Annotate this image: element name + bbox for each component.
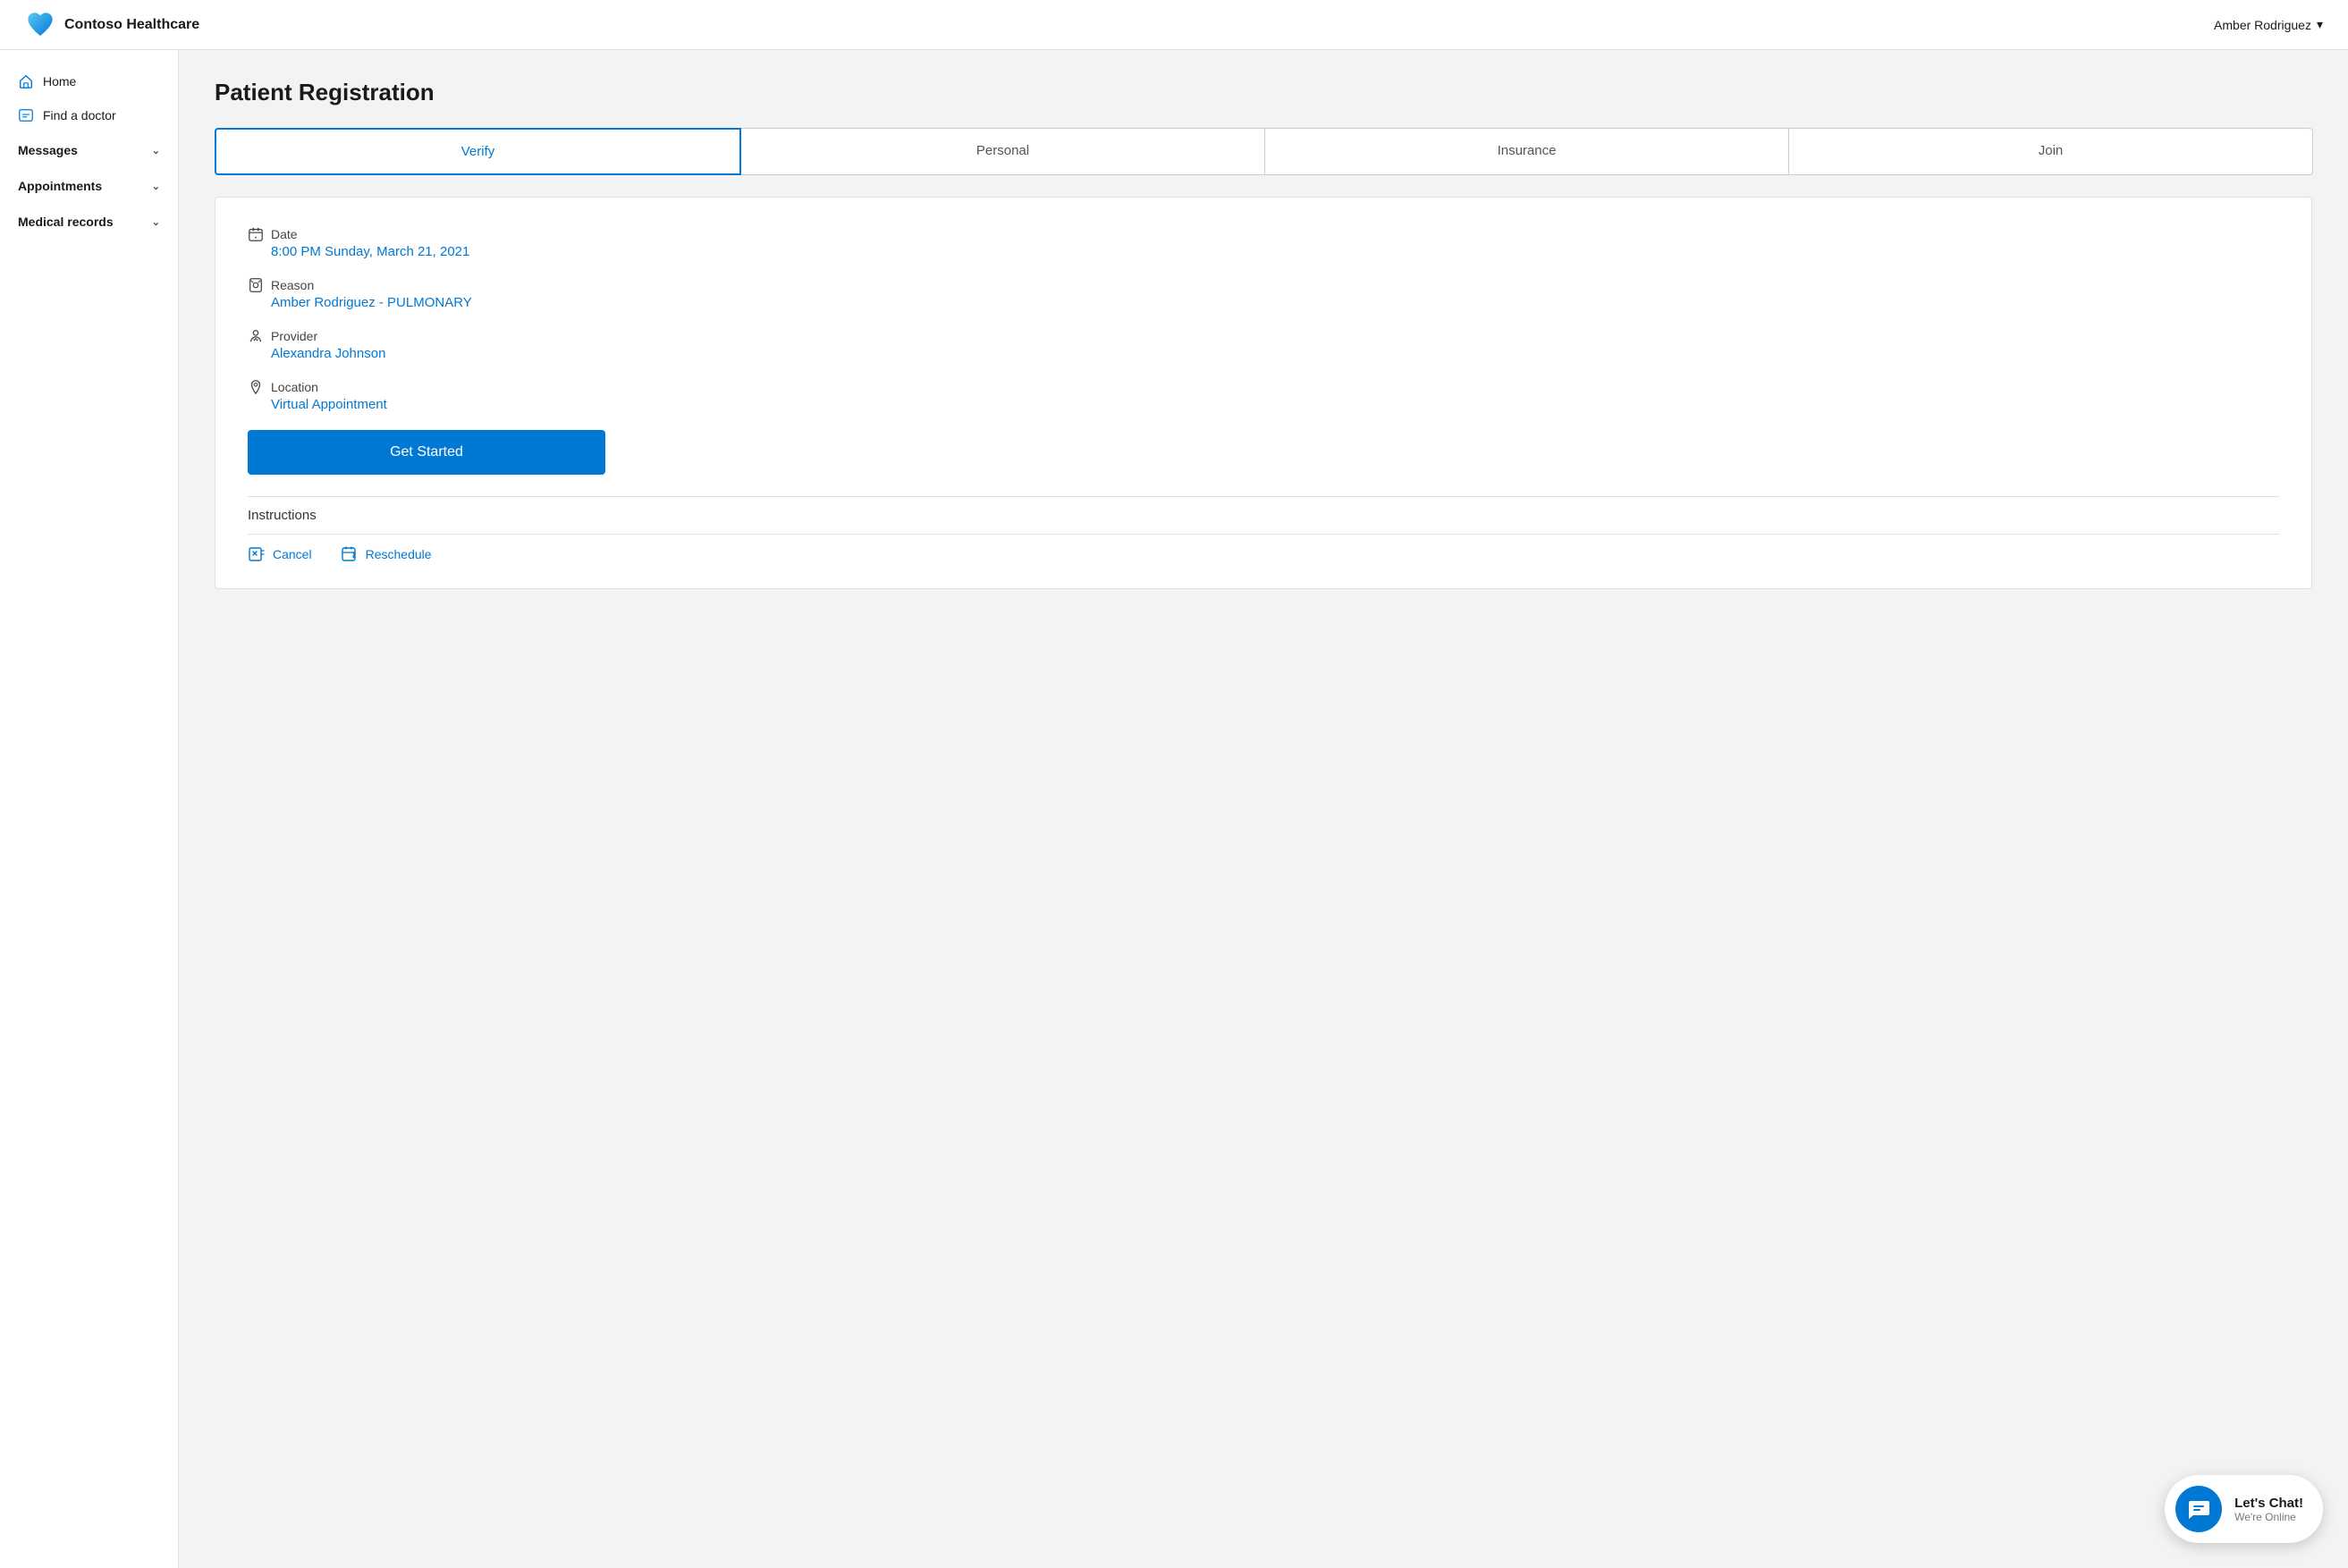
reason-value: Amber Rodriguez - PULMONARY xyxy=(271,295,2279,310)
divider-2 xyxy=(248,534,2279,535)
cancel-icon xyxy=(248,545,266,563)
cancel-label: Cancel xyxy=(273,547,312,561)
appointment-card: Date 8:00 PM Sunday, March 21, 2021 Reas… xyxy=(215,197,2312,589)
chat-icon xyxy=(2186,1496,2211,1522)
main-content: Patient Registration Verify Personal Ins… xyxy=(179,50,2348,1568)
chat-bubble[interactable]: Let's Chat! We're Online xyxy=(2165,1475,2323,1543)
sidebar-item-find-doctor-label: Find a doctor xyxy=(43,108,116,122)
brand-logo-group: Contoso Healthcare xyxy=(25,10,199,40)
user-chevron-icon: ▾ xyxy=(2317,17,2323,32)
tab-join[interactable]: Join xyxy=(1788,128,2313,175)
cancel-button[interactable]: Cancel xyxy=(248,545,312,563)
tab-verify[interactable]: Verify xyxy=(215,128,741,175)
provider-row: Provider Alexandra Johnson xyxy=(248,328,2279,361)
sidebar: Home Find a doctor Messages ⌄ Appointmen… xyxy=(0,50,179,1568)
card-actions: Cancel Reschedule xyxy=(248,545,2279,563)
chat-text: Let's Chat! We're Online xyxy=(2234,1496,2303,1523)
tab-personal[interactable]: Personal xyxy=(740,128,1265,175)
brand-logo-icon xyxy=(25,10,55,40)
user-name: Amber Rodriguez xyxy=(2214,18,2311,32)
app-layout: Home Find a doctor Messages ⌄ Appointmen… xyxy=(0,50,2348,1568)
home-icon xyxy=(18,73,34,89)
sidebar-item-home[interactable]: Home xyxy=(0,64,178,98)
reason-icon xyxy=(248,277,264,293)
sidebar-section-messages[interactable]: Messages ⌄ xyxy=(0,132,178,168)
date-label: Date xyxy=(271,227,298,241)
date-icon xyxy=(248,226,264,242)
date-value: 8:00 PM Sunday, March 21, 2021 xyxy=(271,244,2279,259)
sidebar-section-messages-label: Messages xyxy=(18,143,78,157)
brand-name: Contoso Healthcare xyxy=(64,17,199,33)
find-doctor-icon xyxy=(18,107,34,123)
reschedule-icon xyxy=(341,545,359,563)
location-value: Virtual Appointment xyxy=(271,397,2279,412)
sidebar-item-find-doctor[interactable]: Find a doctor xyxy=(0,98,178,132)
registration-tabs: Verify Personal Insurance Join xyxy=(215,128,2312,175)
chat-icon-circle xyxy=(2175,1486,2222,1532)
chat-title: Let's Chat! xyxy=(2234,1496,2303,1511)
provider-label: Provider xyxy=(271,329,317,343)
provider-value: Alexandra Johnson xyxy=(271,346,2279,361)
reason-label: Reason xyxy=(271,278,314,292)
instructions-label: Instructions xyxy=(248,508,2279,523)
app-header: Contoso Healthcare Amber Rodriguez ▾ xyxy=(0,0,2348,50)
get-started-button[interactable]: Get Started xyxy=(248,430,605,475)
sidebar-section-appointments[interactable]: Appointments ⌄ xyxy=(0,168,178,204)
messages-chevron-icon: ⌄ xyxy=(152,145,160,156)
sidebar-section-medical-records[interactable]: Medical records ⌄ xyxy=(0,204,178,240)
reason-row: Reason Amber Rodriguez - PULMONARY xyxy=(248,277,2279,310)
tab-insurance[interactable]: Insurance xyxy=(1264,128,1789,175)
location-row: Location Virtual Appointment xyxy=(248,379,2279,412)
sidebar-section-medical-records-label: Medical records xyxy=(18,215,114,229)
divider-1 xyxy=(248,496,2279,497)
reschedule-button[interactable]: Reschedule xyxy=(341,545,432,563)
provider-icon xyxy=(248,328,264,344)
location-icon xyxy=(248,379,264,395)
medical-records-chevron-icon: ⌄ xyxy=(152,216,160,228)
user-menu[interactable]: Amber Rodriguez ▾ xyxy=(2214,17,2323,32)
sidebar-section-appointments-label: Appointments xyxy=(18,179,102,193)
reschedule-label: Reschedule xyxy=(366,547,432,561)
date-row: Date 8:00 PM Sunday, March 21, 2021 xyxy=(248,226,2279,259)
chat-subtitle: We're Online xyxy=(2234,1511,2303,1523)
location-label: Location xyxy=(271,380,318,394)
page-title: Patient Registration xyxy=(215,79,2312,106)
appointments-chevron-icon: ⌄ xyxy=(152,181,160,192)
sidebar-item-home-label: Home xyxy=(43,74,76,89)
